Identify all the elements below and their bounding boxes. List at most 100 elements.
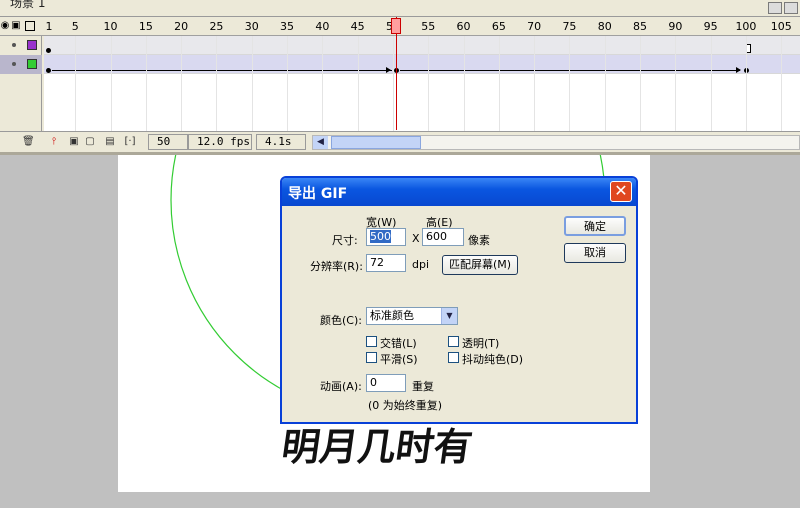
repeat-hint: (0 为始终重复) <box>368 399 443 412</box>
frame-grid-line <box>110 36 112 131</box>
ruler-tick-label: 70 <box>527 20 542 33</box>
interlace-checkbox[interactable] <box>366 336 377 347</box>
center-frame-icon[interactable]: ⫯ <box>48 136 60 148</box>
width-field[interactable]: 500 <box>366 228 406 246</box>
interlace-label[interactable]: 交错(L) <box>380 335 417 351</box>
frame-grid-line <box>745 36 747 131</box>
animation-label: 动画(A): <box>320 380 362 393</box>
ruler-tick-label: 105 <box>770 20 792 33</box>
resolution-label: 分辨率(R): <box>310 260 363 273</box>
frame-grid-line <box>640 36 642 131</box>
frame-grid-line <box>251 36 253 131</box>
smooth-label[interactable]: 平滑(S) <box>380 351 418 367</box>
ruler-tick-label: 55 <box>421 20 436 33</box>
transparent-checkbox[interactable] <box>448 336 459 347</box>
width-value: 500 <box>370 230 391 243</box>
dialog-title: 导出 GIF <box>288 186 348 202</box>
edit-symbols-button[interactable] <box>768 2 782 14</box>
modify-markers-icon[interactable]: [·] <box>124 136 136 148</box>
scene-label: 场景 1 <box>10 0 46 10</box>
height-field[interactable]: 600 <box>422 228 464 246</box>
tween-arrow-icon <box>736 67 741 73</box>
keyframe[interactable] <box>46 68 51 73</box>
x-separator: X <box>412 232 420 245</box>
onion-skin-outline-icon[interactable]: ▢ <box>84 136 96 148</box>
frames-row[interactable] <box>44 36 800 55</box>
color-select[interactable]: 标准颜色 ▼ <box>366 307 458 325</box>
ruler-tick-label: 80 <box>597 20 612 33</box>
calligraphy-text[interactable]: 明月几时有 <box>279 425 475 470</box>
frame-grid-line <box>498 36 500 131</box>
outline-icon[interactable] <box>25 21 35 31</box>
visibility-dot[interactable] <box>12 62 16 66</box>
layer-header-icons: ◉ ▣ <box>0 17 42 36</box>
pixels-label: 像素 <box>468 234 490 247</box>
frame-grid-line <box>145 36 147 131</box>
animation-field[interactable]: 0 <box>366 374 406 392</box>
layer-row[interactable] <box>0 36 42 55</box>
current-frame-display: 50 <box>148 134 188 150</box>
elapsed-time-display: 4.1s <box>256 134 306 150</box>
chevron-down-icon[interactable]: ▼ <box>441 308 457 324</box>
frame-grid-line <box>781 36 783 131</box>
tween-arrow-icon <box>386 67 391 73</box>
ruler-tick-label: 90 <box>668 20 683 33</box>
resolution-field[interactable]: 72 <box>366 254 406 272</box>
eye-icon[interactable]: ◉ <box>0 20 10 32</box>
frame-rate-display[interactable]: 12.0 fps <box>188 134 252 150</box>
frame-grid-line <box>181 36 183 131</box>
layer-list <box>0 36 42 131</box>
size-label: 尺寸: <box>332 234 358 247</box>
layer-outline-swatch[interactable] <box>27 40 37 50</box>
edit-multiple-frames-icon[interactable]: ▤ <box>104 136 116 148</box>
ruler-tick-label: 95 <box>703 20 718 33</box>
ok-button[interactable]: 确定 <box>564 216 626 236</box>
trash-icon[interactable]: 🗑 <box>22 136 35 148</box>
timeline-scrollbar[interactable]: ◀ <box>312 135 800 150</box>
scroll-left-icon[interactable]: ◀ <box>313 136 328 149</box>
ruler-tick-label: 35 <box>280 20 295 33</box>
smooth-checkbox[interactable] <box>366 352 377 363</box>
frame-grid-line <box>75 36 77 131</box>
dither-label[interactable]: 抖动纯色(D) <box>462 351 523 367</box>
frame-grid-line <box>428 36 430 131</box>
match-screen-button[interactable]: 匹配屏幕(M) <box>442 255 518 275</box>
ruler-tick-label: 45 <box>350 20 365 33</box>
ruler-tick-label: 65 <box>491 20 506 33</box>
frame-grid-line <box>463 36 465 131</box>
ruler-tick-label: 1 <box>45 20 53 33</box>
ruler-tick-label: 75 <box>562 20 577 33</box>
ruler-tick-label: 20 <box>174 20 189 33</box>
zoom-button[interactable] <box>784 2 798 14</box>
frame-grid-line <box>604 36 606 131</box>
ruler-tick-label: 15 <box>138 20 153 33</box>
ruler-tick-label: 100 <box>735 20 757 33</box>
lock-icon[interactable]: ▣ <box>11 20 21 32</box>
ruler-tick-label: 60 <box>456 20 471 33</box>
ruler-tick-label: 30 <box>244 20 259 33</box>
color-select-value: 标准颜色 <box>370 309 414 322</box>
visibility-dot[interactable] <box>12 43 16 47</box>
ruler-tick-label: 10 <box>103 20 118 33</box>
frames-row-tween[interactable] <box>44 55 800 74</box>
timeline-status-bar: 🗑 ⫯ ▣ ▢ ▤ [·] 50 12.0 fps 4.1s ◀ <box>0 131 800 152</box>
scene-bar: 场景 1 <box>0 0 800 17</box>
frame-grid-line <box>710 36 712 131</box>
keyframe[interactable] <box>46 48 51 53</box>
frames-grid[interactable] <box>44 36 800 131</box>
playhead-handle[interactable] <box>391 18 401 34</box>
ruler-tick-label: 25 <box>209 20 224 33</box>
scroll-thumb[interactable] <box>331 136 421 149</box>
transparent-label[interactable]: 透明(T) <box>462 335 499 351</box>
close-icon[interactable]: ✕ <box>610 181 632 202</box>
onion-skin-icon[interactable]: ▣ <box>68 136 80 148</box>
cancel-button[interactable]: 取消 <box>564 243 626 263</box>
layer-row-selected[interactable] <box>0 55 42 74</box>
frame-grid-line <box>534 36 536 131</box>
frame-grid-line <box>357 36 359 131</box>
dialog-titlebar[interactable]: 导出 GIF ✕ <box>282 178 636 206</box>
layer-outline-swatch[interactable] <box>27 59 37 69</box>
motion-tween-line <box>52 70 392 71</box>
frame-grid-line <box>675 36 677 131</box>
dither-checkbox[interactable] <box>448 352 459 363</box>
